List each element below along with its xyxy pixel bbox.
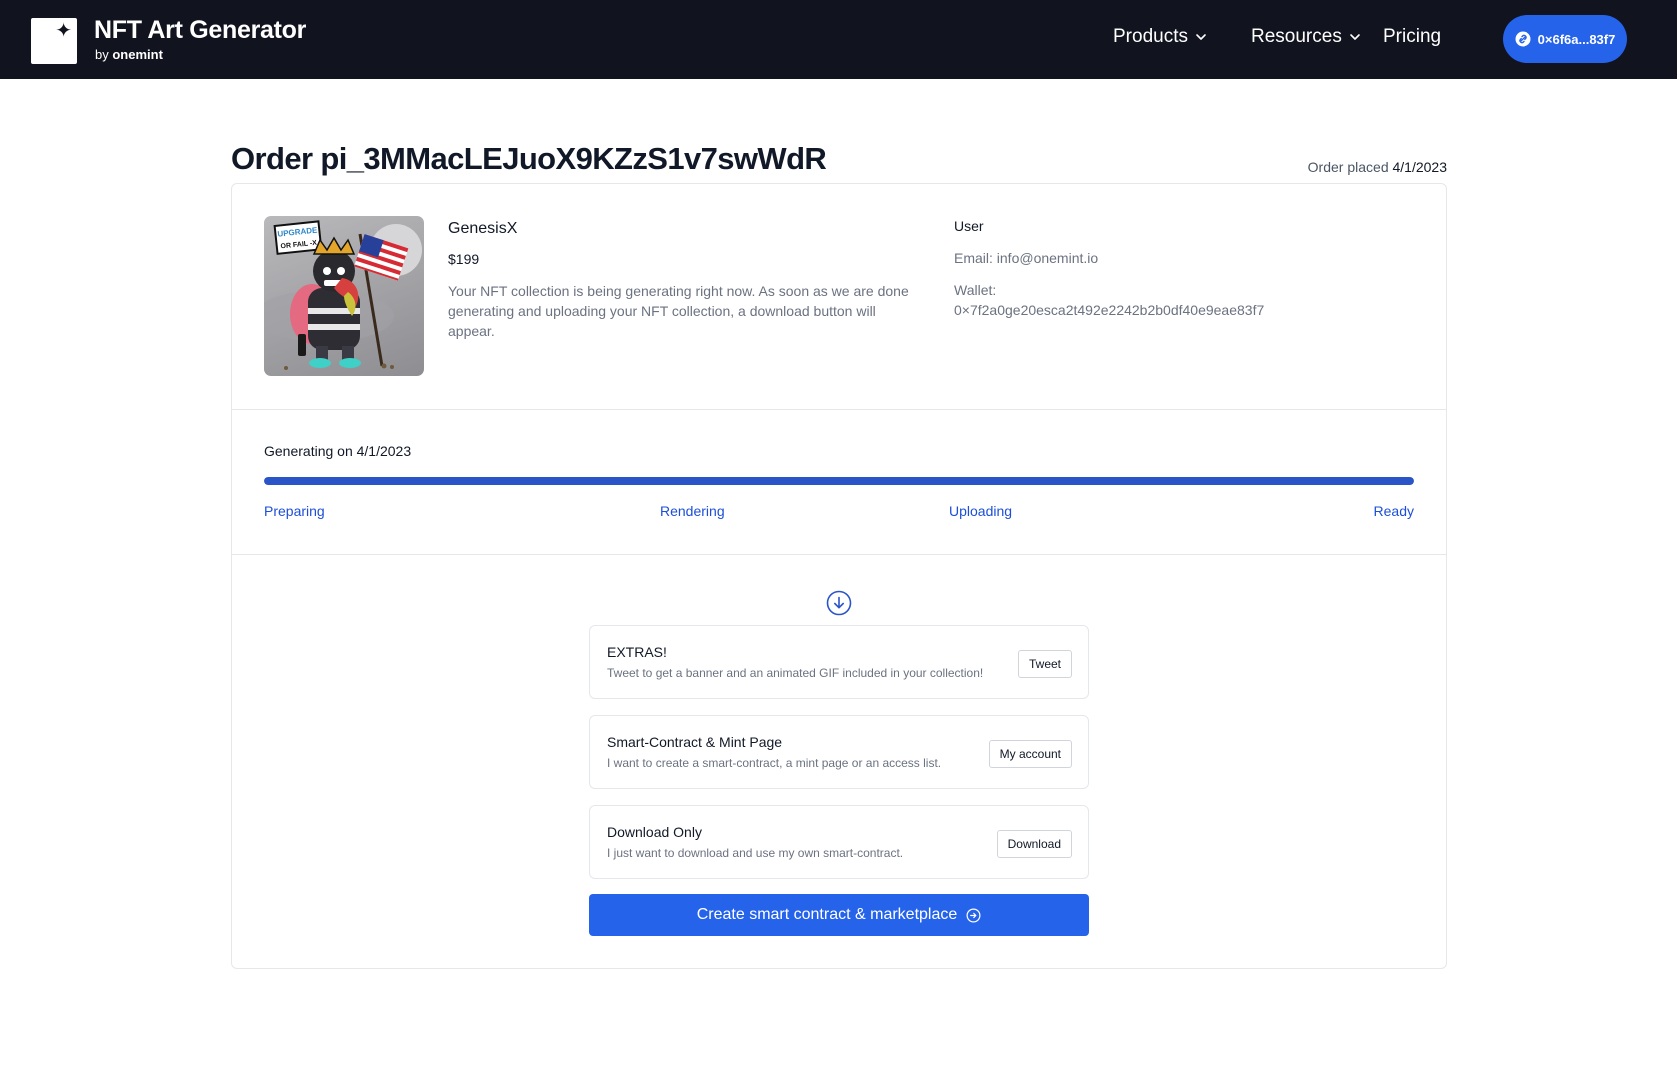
- arrow-down-circle-icon: [826, 590, 852, 616]
- step-preparing[interactable]: Preparing: [264, 503, 325, 519]
- top-navbar: ✦ NFT Art Generator by onemint Products …: [0, 0, 1677, 79]
- nav-products-label: Products: [1113, 26, 1188, 47]
- wallet-button[interactable]: 0×6f6a...83f7: [1503, 15, 1627, 63]
- option-title: Download Only: [607, 824, 702, 840]
- brand-title[interactable]: NFT Art Generator: [94, 16, 306, 45]
- step-ready[interactable]: Ready: [1374, 503, 1414, 519]
- cta-label: Create smart contract & marketplace: [696, 906, 958, 923]
- section-divider: [232, 409, 1446, 410]
- progress-bar-fill: [264, 477, 1414, 485]
- brand-company: onemint: [112, 47, 163, 62]
- nav-resources-label: Resources: [1251, 26, 1342, 47]
- progress-bar: [264, 477, 1414, 485]
- step-uploading[interactable]: Uploading: [949, 503, 1012, 519]
- sparkle-icon: ✦: [55, 20, 72, 42]
- create-smart-contract-button[interactable]: Create smart contract & marketplace: [589, 894, 1089, 936]
- chevron-down-icon: [1196, 34, 1206, 40]
- section-divider: [232, 554, 1446, 555]
- step-rendering[interactable]: Rendering: [660, 503, 725, 519]
- order-card: UPGRADE OR FAIL -X GenesisX $199 Your NF…: [231, 183, 1447, 969]
- order-placed-date: 4/1/2023: [1392, 159, 1448, 175]
- nav-resources[interactable]: Resources: [1251, 26, 1362, 48]
- user-section-title: User: [954, 218, 984, 234]
- order-placed-label: Order placed: [1307, 159, 1389, 175]
- product-description: Your NFT collection is being generating …: [448, 283, 909, 339]
- chevron-down-icon: [1350, 34, 1360, 40]
- option-extras: EXTRAS! Tweet to get a banner and an ani…: [589, 625, 1089, 699]
- option-title: Smart-Contract & Mint Page: [607, 734, 783, 750]
- product-price: $199: [448, 251, 480, 267]
- nav-pricing[interactable]: Pricing: [1383, 26, 1441, 48]
- brand-subtitle: by onemint: [95, 47, 163, 62]
- nav-pricing-label: Pricing: [1383, 26, 1442, 47]
- option-description: I just want to download and use my own s…: [607, 846, 904, 860]
- my-account-button[interactable]: My account: [988, 740, 1072, 768]
- wallet-address: 0×6f6a...83f7: [1537, 31, 1616, 47]
- nft-preview-image: UPGRADE OR FAIL -X: [264, 216, 424, 376]
- user-wallet-label: Wallet:: [954, 282, 997, 298]
- logo-mark[interactable]: ✦: [31, 18, 77, 64]
- option-title: EXTRAS!: [607, 644, 667, 660]
- page-title: Order pi_3MMacLEJuoX9KZzS1v7swWdR: [231, 141, 827, 176]
- user-wallet-address: 0×7f2a0ge20esca2t492e2242b2b0df40e9eae83…: [954, 302, 1265, 318]
- download-button[interactable]: Download: [996, 830, 1072, 858]
- arrow-right-circle-icon: [966, 908, 981, 922]
- option-description: Tweet to get a banner and an animated GI…: [607, 666, 984, 680]
- option-download-only: Download Only I just want to download an…: [589, 805, 1089, 879]
- option-smart-contract: Smart-Contract & Mint Page I want to cre…: [589, 715, 1089, 789]
- product-name: GenesisX: [448, 220, 518, 237]
- order-placed: Order placed 4/1/2023: [1308, 159, 1447, 175]
- nav-products[interactable]: Products: [1113, 26, 1208, 48]
- link-icon: [1515, 31, 1531, 47]
- brand-by: by: [95, 47, 109, 62]
- tweet-button[interactable]: Tweet: [1017, 650, 1072, 678]
- generating-label: Generating on 4/1/2023: [264, 443, 412, 459]
- option-description: I want to create a smart-contract, a min…: [607, 756, 942, 770]
- nft-illustration: UPGRADE OR FAIL -X: [264, 220, 422, 370]
- user-email: Email: info@onemint.io: [954, 250, 1099, 266]
